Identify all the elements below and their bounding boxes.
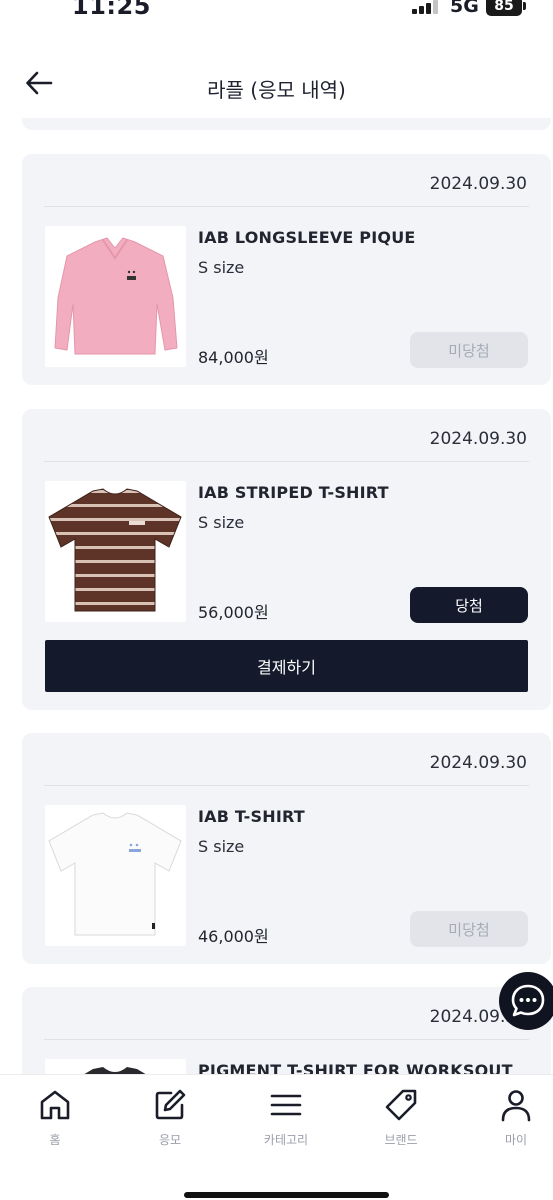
result-badge-lost: 미당첨 — [410, 332, 528, 368]
pigment-tshirt-image[interactable] — [45, 1059, 186, 1074]
result-badge-lost: 미당첨 — [410, 911, 528, 947]
chat-bubble-icon — [511, 984, 545, 1017]
product-price: 46,000원 — [198, 927, 269, 946]
nav-label-entry: 응모 — [158, 1133, 182, 1147]
entry-card: 2024.09.30 PIGMENT T-SHIRT FOR WORKSOUT — [22, 987, 551, 1074]
entry-card: 2024.09.30 IAB LONGSLEEVE PIQUE S size 8… — [22, 154, 551, 385]
page-header: 라플 (응모 내역) — [0, 56, 553, 118]
nav-label-home: 홈 — [49, 1133, 61, 1147]
edit-icon — [155, 1089, 186, 1120]
nav-item-home[interactable]: 홈 — [15, 1087, 95, 1148]
nav-label-brand: 브랜드 — [384, 1133, 418, 1147]
home-indicator[interactable] — [184, 1192, 389, 1198]
divider — [44, 206, 529, 207]
divider — [44, 1039, 529, 1040]
nav-item-category[interactable]: 카테고리 — [246, 1087, 326, 1148]
product-name[interactable]: IAB T-SHIRT — [198, 807, 305, 826]
entry-date: 2024.09.30 — [429, 753, 527, 773]
status-bar: 11:25 5G 85 — [0, 0, 553, 24]
nav-item-entry[interactable]: 응모 — [130, 1087, 210, 1148]
brown-striped-tshirt-image[interactable] — [45, 481, 186, 622]
entry-date: 2024.09.30 — [429, 429, 527, 449]
tag-icon — [385, 1089, 417, 1121]
product-name[interactable]: IAB LONGSLEEVE PIQUE — [198, 228, 416, 247]
status-time: 11:25 — [72, 0, 151, 20]
entry-list[interactable]: 2024.09.30 IAB LONGSLEEVE PIQUE S size 8… — [0, 118, 553, 1074]
home-icon — [40, 1090, 70, 1120]
product-name[interactable]: IAB STRIPED T-SHIRT — [198, 483, 389, 502]
product-price: 56,000원 — [198, 603, 269, 622]
network-type: 5G — [450, 0, 479, 17]
nav-label-my: 마이 — [504, 1133, 528, 1147]
product-size: S size — [198, 837, 245, 856]
page-title: 라플 (응모 내역) — [207, 78, 346, 102]
nav-label-category: 카테고리 — [263, 1133, 309, 1147]
result-badge-won[interactable]: 당첨 — [410, 587, 528, 623]
bottom-navigation: 홈 응모 카테고리 브랜드 마이 — [0, 1074, 553, 1200]
menu-icon — [270, 1094, 302, 1116]
previous-entry-card — [22, 118, 551, 130]
nav-item-my[interactable]: 마이 — [476, 1087, 553, 1148]
pink-longsleeve-polo-image[interactable] — [45, 226, 186, 367]
signal-strength-icon — [412, 0, 440, 14]
chat-button[interactable] — [499, 972, 553, 1030]
raffle-history-screen: 11:25 5G 85 라플 (응모 내역) 2024.09.30 IAB LO… — [0, 0, 553, 1200]
entry-card: 2024.09.30 IAB T-SHIRT S size 46,000원 미당… — [22, 733, 551, 964]
white-tshirt-image[interactable] — [45, 805, 186, 946]
nav-item-brand[interactable]: 브랜드 — [361, 1087, 441, 1148]
user-icon — [501, 1090, 531, 1122]
divider — [44, 785, 529, 786]
battery-icon: 85 — [486, 0, 526, 16]
entry-card: 2024.09.30 IAB STRIPED T-SHIRT S size 56… — [22, 409, 551, 710]
product-name[interactable]: PIGMENT T-SHIRT FOR WORKSOUT — [198, 1061, 513, 1074]
battery-level: 85 — [494, 0, 514, 14]
entry-date: 2024.09.30 — [429, 174, 527, 194]
checkout-button[interactable]: 결제하기 — [45, 640, 528, 692]
product-size: S size — [198, 258, 245, 277]
product-size: S size — [198, 513, 245, 532]
product-price: 84,000원 — [198, 348, 269, 367]
divider — [44, 461, 529, 462]
